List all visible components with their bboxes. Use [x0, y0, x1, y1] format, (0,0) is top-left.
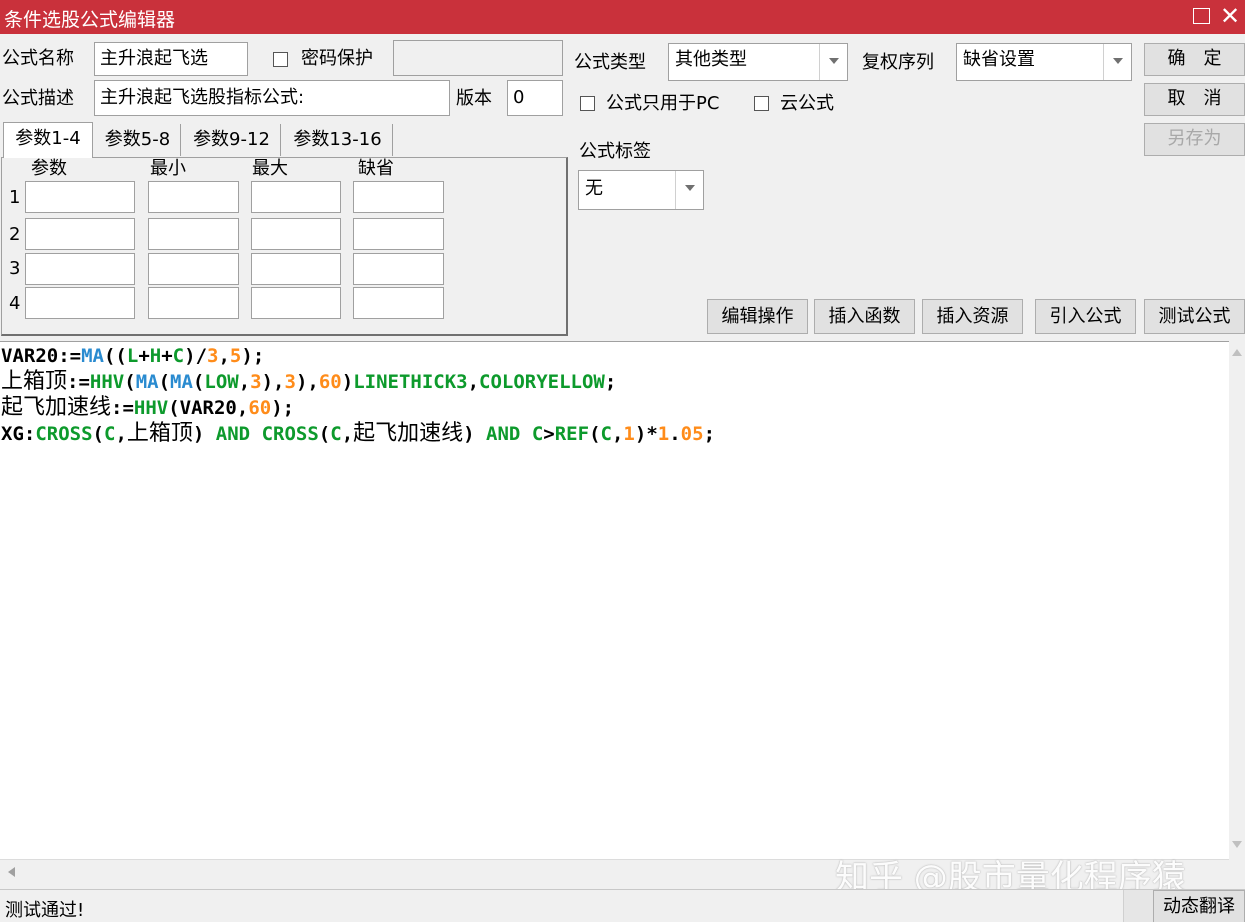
insert-function-button[interactable]: 插入函数	[814, 299, 915, 334]
adjust-dropdown[interactable]	[1103, 44, 1131, 80]
param-4-name-input[interactable]	[25, 287, 135, 319]
pc-only-checkbox[interactable]	[580, 96, 595, 111]
formula-type-value: 其他类型	[675, 49, 747, 70]
status-bar: 测试通过! 动态翻译	[0, 889, 1245, 922]
formula-name-input[interactable]: 主升浪起飞选	[94, 42, 248, 76]
title-bar: 条件选股公式编辑器 ✕	[0, 0, 1245, 34]
vertical-scrollbar[interactable]	[1229, 341, 1245, 859]
formula-desc-input[interactable]: 主升浪起飞选股指标公式:	[94, 80, 450, 116]
param-1-name-input[interactable]	[25, 181, 135, 213]
param-1-default-input[interactable]	[353, 181, 444, 213]
tab-params-9-12[interactable]: 参数9-12	[183, 124, 281, 156]
param-3-name-input[interactable]	[25, 253, 135, 285]
param-2-min-input[interactable]	[148, 218, 239, 250]
code-line-1: VAR20:=MA((L+H+C)/3,5);	[1, 345, 265, 367]
code-editor[interactable]: VAR20:=MA((L+H+C)/3,5); 上箱顶:=HHV(MA(MA(L…	[0, 341, 1229, 859]
cloud-label: 云公式	[780, 93, 834, 114]
scroll-down-icon[interactable]	[1232, 841, 1242, 848]
code-line-4: XG:CROSS(C,上箱顶) AND CROSS(C,起飞加速线) AND C…	[1, 421, 716, 446]
formula-type-label: 公式类型	[574, 52, 646, 73]
formula-tag-select[interactable]: 无	[578, 170, 704, 210]
param-row-number: 3	[9, 258, 21, 279]
pc-only-label: 公式只用于PC	[606, 93, 720, 114]
param-4-default-input[interactable]	[353, 287, 444, 319]
cancel-button[interactable]: 取 消	[1144, 83, 1245, 116]
param-row-number: 2	[9, 224, 21, 245]
status-text: 测试通过!	[5, 900, 85, 921]
tab-params-5-8[interactable]: 参数5-8	[95, 124, 181, 156]
param-header-max: 最大	[252, 158, 288, 179]
status-separator	[1123, 890, 1153, 922]
test-formula-button[interactable]: 测试公式	[1144, 299, 1245, 334]
dynamic-translate-button[interactable]: 动态翻译	[1153, 890, 1245, 922]
param-3-default-input[interactable]	[353, 253, 444, 285]
window-title: 条件选股公式编辑器	[4, 9, 176, 31]
param-row-number: 1	[9, 187, 21, 208]
param-4-min-input[interactable]	[148, 287, 239, 319]
formula-tag-dropdown[interactable]	[675, 171, 703, 209]
formula-name-label: 公式名称	[2, 48, 74, 69]
ok-button[interactable]: 确 定	[1144, 43, 1245, 76]
tab-params-1-4[interactable]: 参数1-4	[3, 122, 93, 158]
param-1-max-input[interactable]	[251, 181, 341, 213]
password-checkbox[interactable]	[273, 52, 288, 67]
chevron-down-icon	[685, 185, 695, 191]
scroll-up-icon[interactable]	[1232, 349, 1242, 356]
cloud-checkbox[interactable]	[754, 96, 769, 111]
adjust-label: 复权序列	[862, 52, 934, 73]
param-header-default: 缺省	[358, 158, 394, 179]
param-1-min-input[interactable]	[148, 181, 239, 213]
param-3-min-input[interactable]	[148, 253, 239, 285]
password-label: 密码保护	[301, 48, 373, 69]
version-label: 版本	[456, 88, 492, 109]
formula-type-select[interactable]: 其他类型	[668, 43, 848, 81]
adjust-select[interactable]: 缺省设置	[956, 43, 1132, 81]
param-header-name: 参数	[31, 158, 67, 179]
code-line-3: 起飞加速线:=HHV(VAR20,60);	[1, 395, 295, 420]
param-row-number: 4	[9, 293, 21, 314]
adjust-value: 缺省设置	[963, 49, 1035, 70]
tab-params-13-16[interactable]: 参数13-16	[283, 124, 393, 156]
chevron-down-icon	[829, 58, 839, 64]
save-as-button[interactable]: 另存为	[1144, 123, 1245, 156]
param-4-max-input[interactable]	[251, 287, 341, 319]
formula-desc-label: 公式描述	[2, 88, 74, 109]
param-2-max-input[interactable]	[251, 218, 341, 250]
param-2-default-input[interactable]	[353, 218, 444, 250]
formula-type-dropdown[interactable]	[819, 44, 847, 80]
param-3-max-input[interactable]	[251, 253, 341, 285]
version-input[interactable]: 0	[507, 80, 563, 116]
close-icon[interactable]: ✕	[1220, 2, 1240, 30]
password-input[interactable]	[393, 40, 563, 76]
param-header-min: 最小	[150, 158, 186, 179]
formula-tag-label: 公式标签	[579, 141, 651, 162]
insert-resource-button[interactable]: 插入资源	[922, 299, 1023, 334]
chevron-down-icon	[1113, 58, 1123, 64]
scroll-left-icon[interactable]	[8, 867, 15, 877]
maximize-icon[interactable]	[1193, 8, 1210, 24]
edit-ops-button[interactable]: 编辑操作	[707, 299, 808, 334]
formula-tag-value: 无	[585, 178, 603, 199]
import-formula-button[interactable]: 引入公式	[1035, 299, 1136, 334]
param-2-name-input[interactable]	[25, 218, 135, 250]
code-line-2: 上箱顶:=HHV(MA(MA(LOW,3),3),60)LINETHICK3,C…	[1, 369, 617, 394]
